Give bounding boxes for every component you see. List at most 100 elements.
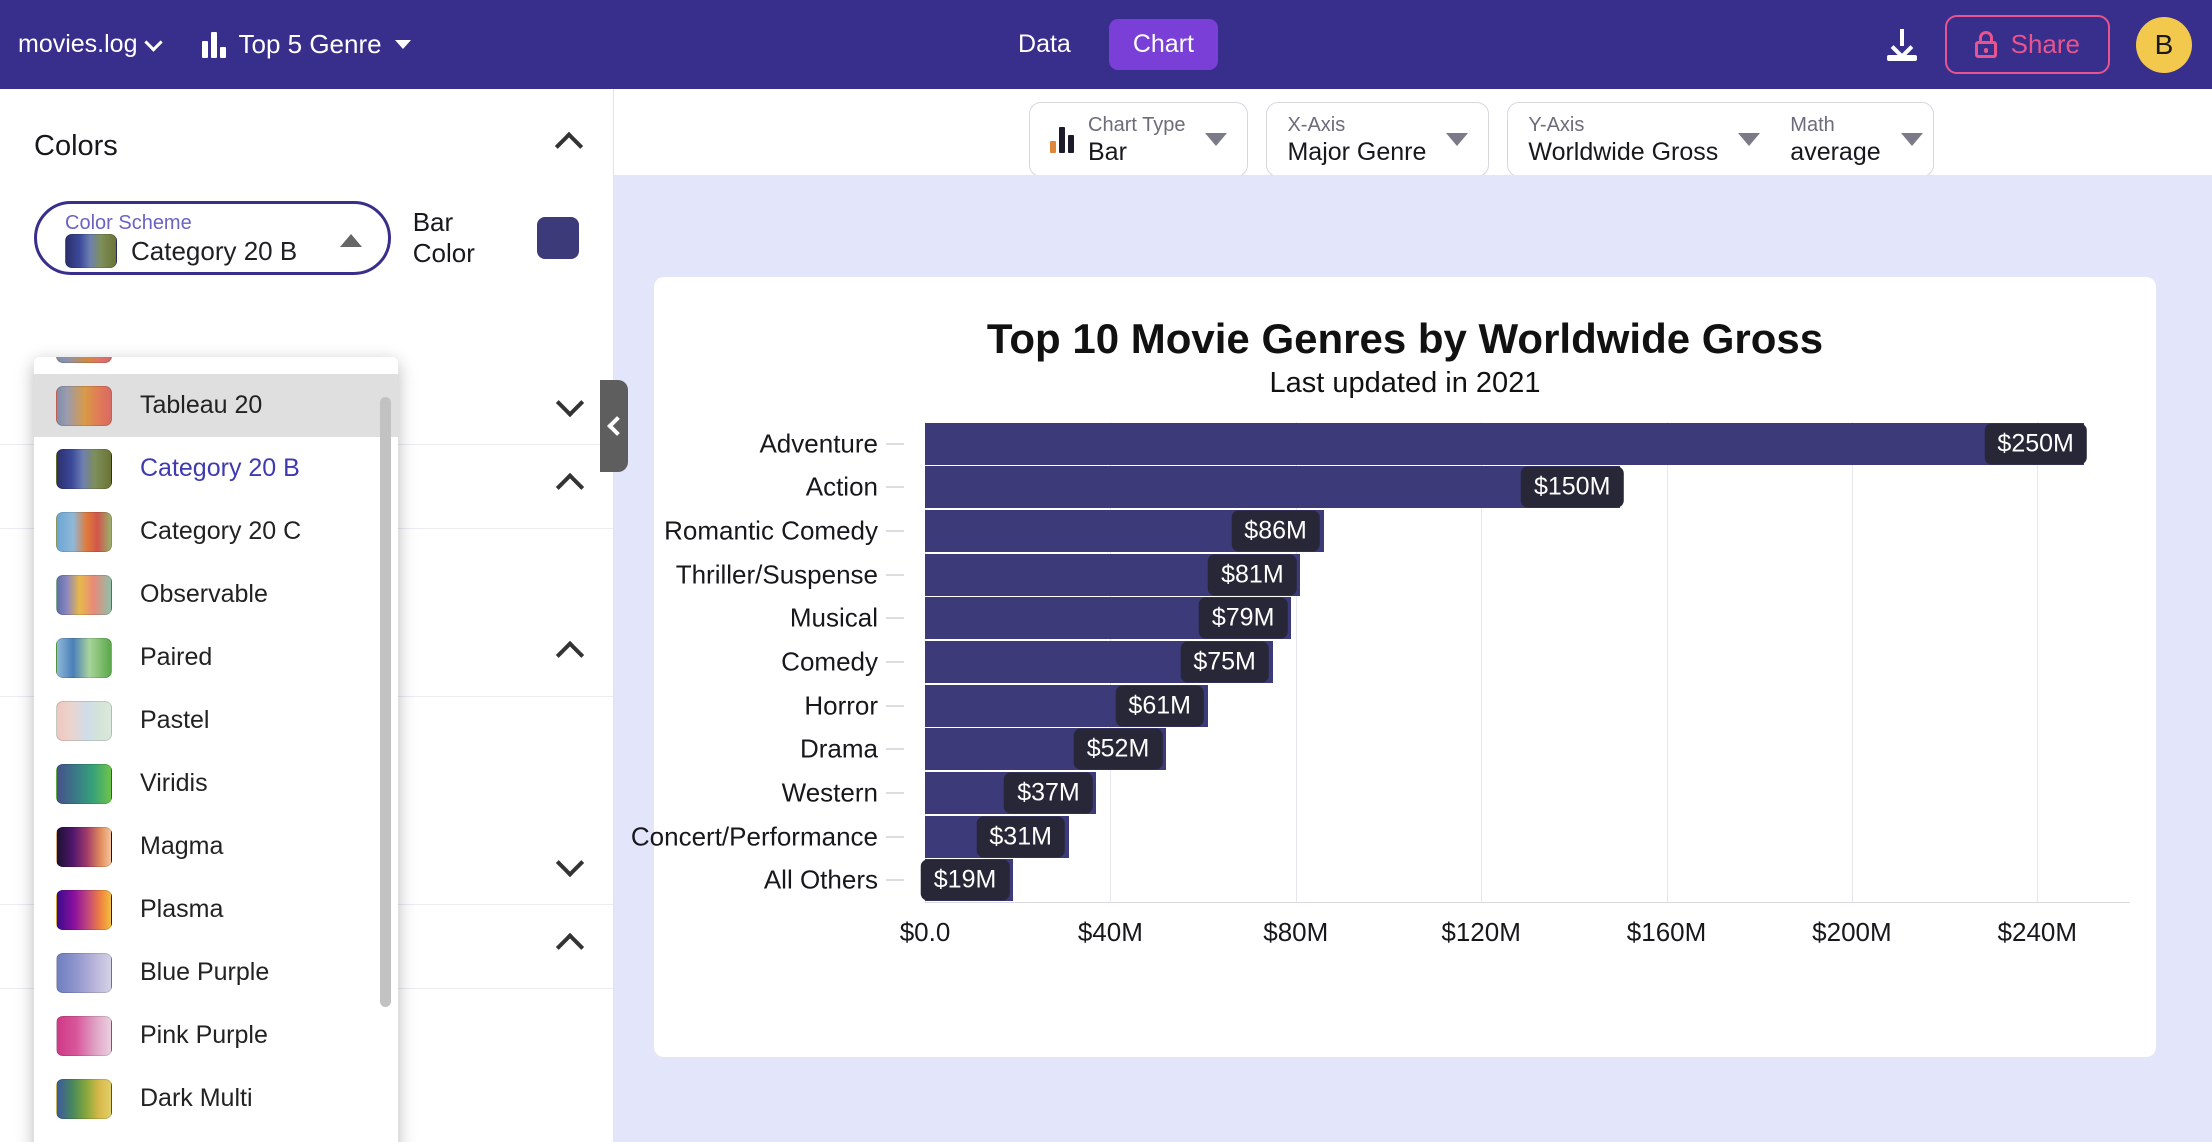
control-math-value: average [1790, 137, 1881, 166]
chevron-up-icon[interactable] [339, 234, 362, 247]
control-chart-type[interactable]: Chart Type Bar [1029, 102, 1249, 177]
collapse-panel-button[interactable] [600, 380, 628, 472]
dropdown-option-label: Pastel [140, 706, 210, 734]
color-swatch [56, 637, 112, 678]
control-x-axis-value: Major Genre [1287, 137, 1427, 166]
top-bar: movies.log Top 5 Genre Data Chart Share … [0, 0, 2212, 89]
x-axis-tick-label: $40M [1077, 917, 1143, 947]
color-scheme-dropdown[interactable]: Tableau 20 Category 20 B Category 20 C Obse… [34, 357, 398, 1142]
color-scheme-label: Color Scheme [65, 212, 192, 234]
avatar[interactable]: B [2136, 16, 2192, 73]
y-axis-tick-label: Western [781, 777, 878, 808]
color-swatch [56, 385, 112, 426]
y-axis-tick [886, 617, 904, 619]
chevron-up-icon[interactable] [555, 640, 585, 669]
dropdown-option[interactable]: Blue Purple [34, 941, 398, 1004]
y-axis-tick [886, 661, 904, 663]
download-icon[interactable] [1885, 28, 1919, 62]
dropdown-option[interactable]: Category 20 B [34, 437, 398, 500]
chevron-up-icon[interactable] [555, 932, 585, 961]
share-button[interactable]: Share [1944, 15, 2110, 74]
control-chart-type-value: Bar [1088, 137, 1127, 166]
chart-canvas-wrap: Top 10 Movie Genres by Worldwide Gross L… [600, 175, 2212, 1142]
color-swatch [56, 448, 112, 489]
color-swatch [56, 889, 112, 930]
bar-value-label: $250M [1984, 423, 2087, 465]
bar-color-row: Bar Color [413, 207, 579, 269]
tab-data[interactable]: Data [994, 19, 1095, 70]
chevron-down-icon[interactable] [1900, 133, 1923, 146]
top-bar-actions: Share B [1885, 15, 2192, 74]
section-colors-title: Colors [34, 129, 118, 162]
dropdown-option[interactable]: Dark Blue [34, 1130, 398, 1142]
color-scheme-select[interactable]: Color Scheme Category 20 B [34, 201, 391, 275]
bar-color-swatch[interactable] [537, 217, 579, 259]
bar-chart-icon [1050, 126, 1074, 153]
color-swatch [56, 574, 112, 615]
tab-chart[interactable]: Chart [1108, 19, 1218, 70]
y-axis-tick [886, 836, 904, 838]
dropdown-option[interactable] [34, 357, 398, 374]
y-axis-tick [886, 879, 904, 881]
dropdown-option[interactable]: Dark Multi [34, 1067, 398, 1130]
control-x-axis[interactable]: X-Axis Major Genre [1266, 102, 1490, 177]
dropdown-option[interactable]: Pastel [34, 689, 398, 752]
chart-area: Chart Type Bar X-Axis Major Genre Y-Axis… [600, 89, 2212, 1142]
x-axis-tick-label: $0.0 [899, 917, 951, 947]
color-swatch [56, 952, 112, 993]
plot-area: $250M $150M $86M $81M $79M $75M $61M $52M $37M $3… [920, 422, 2130, 902]
chevron-down-icon[interactable] [1205, 133, 1228, 146]
control-y-axis[interactable]: Y-Axis Worldwide Gross Math average [1507, 102, 1934, 177]
chevron-up-icon[interactable] [555, 472, 585, 501]
chevron-up-icon[interactable] [554, 131, 584, 161]
y-axis-tick [886, 792, 904, 794]
y-axis-tick-label: Horror [804, 690, 878, 721]
x-axis-tick-label: $120M [1441, 917, 1521, 947]
dropdown-option-label: Blue Purple [140, 958, 270, 986]
bar[interactable] [925, 422, 2084, 465]
bar-chart-icon [201, 31, 226, 58]
bar[interactable] [925, 466, 1621, 509]
dropdown-scrollbar[interactable] [380, 397, 391, 1007]
color-scheme-row: Color Scheme Category 20 B Bar Color [0, 185, 613, 275]
color-scheme-value: Category 20 B [131, 235, 298, 266]
dropdown-option[interactable]: Paired [34, 626, 398, 689]
x-axis-tick-label: $160M [1626, 917, 1707, 947]
section-colors[interactable]: Colors [0, 89, 613, 185]
y-axis-tick-label: All Others [763, 864, 878, 895]
bar-value-label: $81M [1208, 554, 1297, 596]
color-scheme-value-wrap: Category 20 B [65, 234, 297, 268]
dropdown-option[interactable]: Tableau 20 [34, 374, 398, 437]
chevron-down-icon [143, 32, 163, 52]
dropdown-option[interactable]: Magma [34, 815, 398, 878]
y-axis-tick-label: Thriller/Suspense [675, 559, 878, 590]
chart-selector[interactable]: Top 5 Genre [201, 29, 411, 60]
y-axis-tick [886, 530, 904, 532]
file-selector[interactable]: movies.log [18, 30, 163, 59]
dropdown-option[interactable]: Plasma [34, 878, 398, 941]
y-axis-tick [886, 486, 904, 488]
chart-controls: Chart Type Bar X-Axis Major Genre Y-Axis… [1029, 102, 1934, 177]
dropdown-option[interactable]: Pink Purple [34, 1004, 398, 1067]
chevron-down-icon[interactable] [1738, 133, 1761, 146]
control-math-label: Math [1790, 113, 1835, 136]
chevron-down-icon[interactable] [1446, 133, 1469, 146]
lock-icon [1974, 31, 1997, 58]
dropdown-option[interactable]: Category 20 C [34, 500, 398, 563]
chevron-down-icon[interactable] [555, 848, 585, 877]
color-swatch [56, 700, 112, 741]
x-axis-line [925, 902, 2130, 903]
color-swatch [56, 357, 112, 363]
dropdown-option[interactable]: Observable [34, 563, 398, 626]
dropdown-option[interactable]: Viridis [34, 752, 398, 815]
color-scheme-option-list: Tableau 20 Category 20 B Category 20 C Obse… [34, 357, 398, 1142]
bar-color-label: Bar Color [412, 207, 475, 268]
chart-title: Top 10 Movie Genres by Worldwide Gross [986, 315, 1824, 362]
file-name: movies.log [18, 30, 138, 58]
bar-value-label: $79M [1198, 597, 1288, 639]
chevron-down-icon[interactable] [555, 388, 585, 417]
control-x-axis-label: X-Axis [1287, 113, 1346, 136]
x-axis-tick-label: $80M [1263, 917, 1329, 947]
y-axis-tick-label: Action [805, 471, 878, 502]
chevron-down-icon [394, 40, 411, 49]
